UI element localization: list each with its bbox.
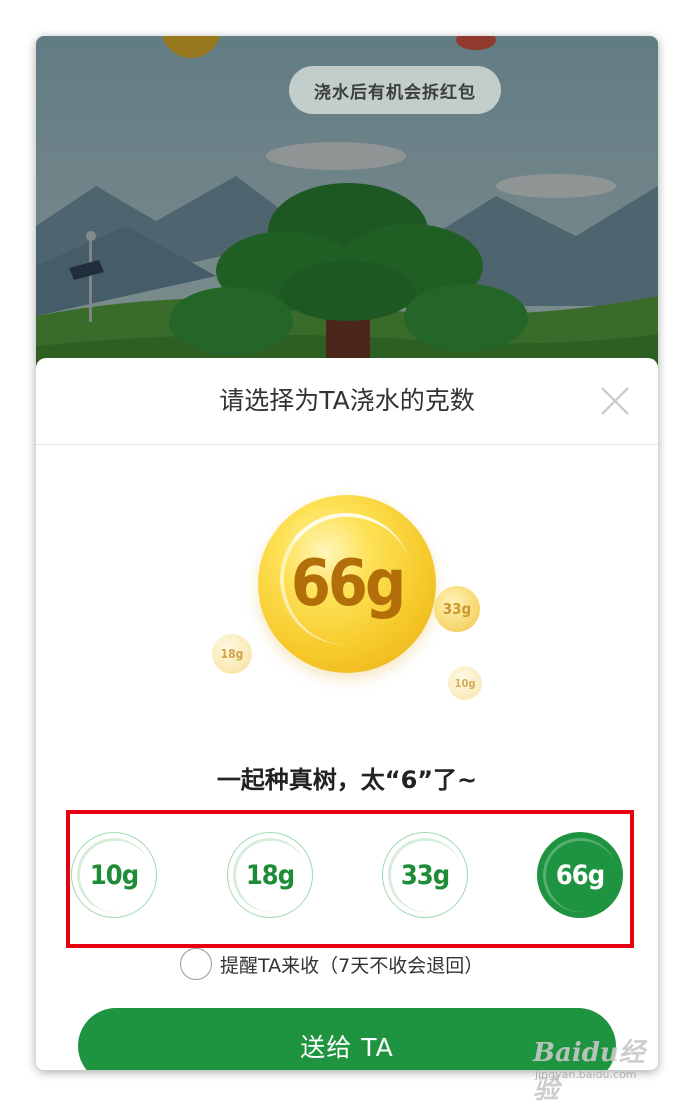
app-frame: 浇水后有机会拆红包 请选择为TA浇水的克数 66g 33g 18g 10g 一起… — [36, 36, 658, 1070]
amount-option-18g[interactable]: 18g — [227, 832, 313, 918]
forest-scene: 浇水后有机会拆红包 — [36, 36, 658, 376]
orb-18g: 18g — [212, 634, 252, 674]
orb-33g-label: 33g — [442, 600, 472, 618]
close-icon — [601, 387, 629, 415]
water-orbs: 66g 33g 18g 10g — [36, 478, 658, 700]
main-energy-orb: 66g — [258, 495, 436, 673]
amount-label: 66g — [555, 859, 605, 891]
amount-option-66g[interactable]: 66g — [537, 832, 623, 918]
slogan-text: 一起种真树，太“6”了~ — [216, 766, 478, 794]
red-packet-tip: 浇水后有机会拆红包 — [289, 66, 501, 114]
sheet-header: 请选择为TA浇水的克数 — [36, 358, 658, 445]
watermark-site: jingyan.baidu.com — [535, 1068, 637, 1081]
main-orb-label: 66g — [290, 547, 406, 621]
baidu-watermark: Baidu经验 jingyan.baidu.com — [533, 1030, 663, 1105]
orb-10g: 10g — [448, 666, 482, 700]
amount-label: 33g — [400, 859, 450, 891]
remind-checkbox-row[interactable]: 提醒TA来收（7天不收会退回） — [180, 946, 483, 982]
amount-options: 10g 18g 33g 66g — [36, 828, 658, 928]
water-amount-sheet: 请选择为TA浇水的克数 66g 33g 18g 10g 一起种真树，太“6”了~… — [36, 358, 658, 1070]
amount-label: 10g — [89, 859, 139, 891]
sheet-title: 请选择为TA浇水的克数 — [219, 386, 475, 415]
remind-radio[interactable] — [180, 948, 212, 980]
orb-18g-label: 18g — [220, 647, 244, 661]
amount-option-33g[interactable]: 33g — [382, 832, 468, 918]
amount-label: 18g — [245, 859, 295, 891]
orb-10g-label: 10g — [454, 676, 476, 690]
remind-label: 提醒TA来收（7天不收会退回） — [220, 954, 484, 977]
close-button[interactable] — [596, 382, 634, 420]
amount-option-10g[interactable]: 10g — [71, 832, 157, 918]
orb-33g: 33g — [434, 586, 480, 632]
